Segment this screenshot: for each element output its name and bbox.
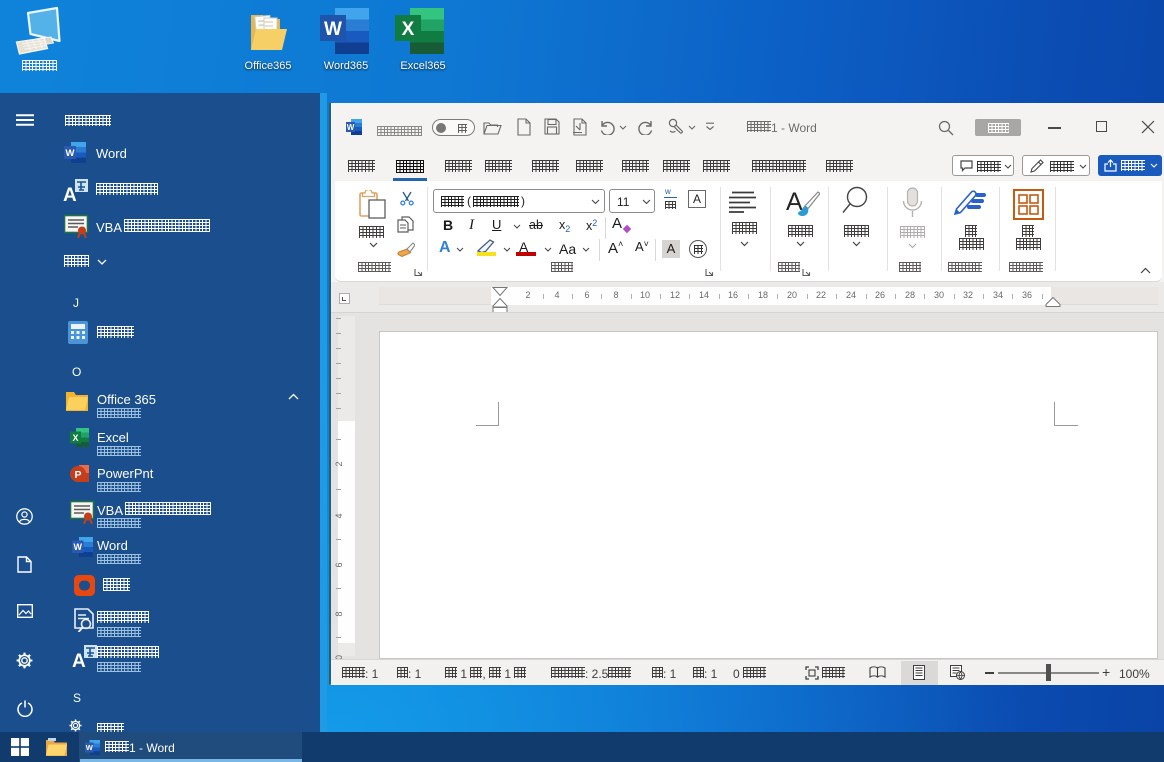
svg-text:W: W (66, 148, 75, 159)
svg-text:W: W (74, 542, 83, 552)
svg-text:W: W (324, 19, 342, 40)
svg-text:P: P (74, 469, 81, 481)
svg-text:W: W (347, 123, 355, 132)
svg-text:X: X (402, 19, 415, 40)
svg-text:A: A (63, 185, 77, 203)
svg-text:W: W (86, 743, 94, 752)
svg-text:X: X (72, 433, 78, 443)
svg-text:A: A (72, 651, 86, 669)
